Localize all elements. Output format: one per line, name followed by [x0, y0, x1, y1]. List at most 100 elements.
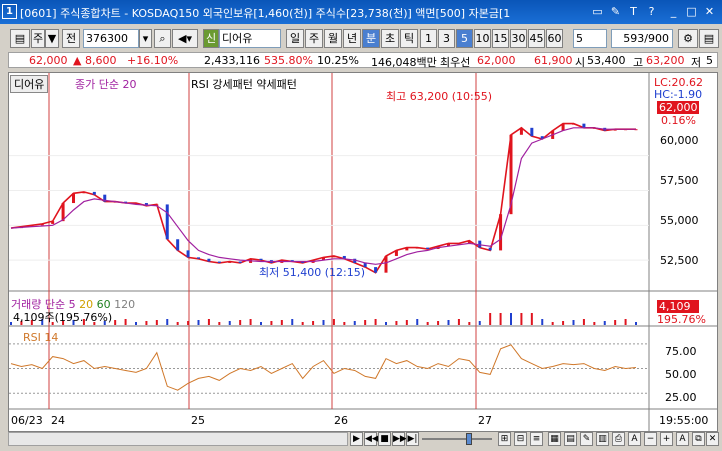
open-price: 53,400	[587, 54, 626, 67]
rsi-tick: 50.00	[665, 368, 697, 381]
volume-bar	[353, 321, 356, 325]
lock-button[interactable]: ▤	[10, 29, 30, 48]
table-icon[interactable]: ▤	[564, 432, 577, 446]
close-icon[interactable]: ✕	[702, 4, 717, 19]
open-label: 시	[575, 56, 586, 69]
best-ask: 62,000	[477, 54, 516, 67]
chart-type-icon[interactable]: ▥	[596, 432, 609, 446]
period-tab[interactable]: 분	[362, 29, 380, 48]
market-dropdown[interactable]: ▼	[45, 29, 59, 48]
volume-bar	[280, 320, 283, 325]
volume-bar	[10, 322, 12, 325]
candle	[217, 261, 221, 263]
candle	[92, 191, 96, 195]
draw-icon[interactable]: ✎	[580, 432, 593, 446]
period-tab[interactable]: 초	[381, 29, 399, 48]
search-icon[interactable]: ⌕	[154, 29, 171, 48]
period-tab[interactable]: 주	[305, 29, 323, 48]
interval-tab[interactable]: 30	[510, 29, 527, 48]
candle	[238, 261, 242, 263]
code-input[interactable]: 376300	[83, 29, 139, 48]
tool-icon[interactable]: T	[626, 4, 641, 19]
period-tab[interactable]: 년	[343, 29, 361, 48]
candle	[488, 247, 492, 251]
price-chart-svg[interactable]	[9, 73, 717, 431]
horizontal-scrollbar[interactable]	[8, 432, 348, 446]
high-annotation: 최고 63,200 (10:55)	[386, 90, 493, 103]
minimize-icon[interactable]: _	[666, 4, 681, 19]
candle	[72, 193, 75, 204]
pattern-label: RSI 강세패턴 약세패턴	[191, 78, 297, 91]
zoom-slider-thumb[interactable]	[466, 433, 472, 445]
volume-bar	[499, 313, 502, 325]
settings-icon[interactable]: ⚙	[678, 29, 698, 48]
pct-tag: 0.16%	[661, 114, 696, 127]
interval-tab[interactable]: 1	[420, 29, 437, 48]
chart-area[interactable]: 디어유 종가 단순 20 RSI 강세패턴 약세패턴 최고 63,200 (10…	[8, 72, 718, 432]
restore-icon[interactable]: ▭	[590, 4, 605, 19]
code-dropdown-icon[interactable]: ▾	[139, 29, 152, 48]
zoom-slider[interactable]	[422, 438, 492, 440]
interval-tab[interactable]: 60	[546, 29, 563, 48]
volume-bar	[437, 321, 440, 325]
name-prefix-badge: 신	[203, 29, 219, 48]
scroll-right-icon[interactable]: ▶	[350, 432, 363, 446]
zoom-in-icon[interactable]: +	[660, 432, 673, 446]
period-tab[interactable]: 틱	[400, 29, 418, 48]
stop-icon[interactable]: ■	[378, 432, 391, 446]
text-small-icon[interactable]: A	[628, 432, 641, 446]
pin-icon[interactable]: ✎	[608, 4, 623, 19]
count-field[interactable]: 593/900	[611, 29, 673, 48]
volume-bar	[593, 322, 596, 325]
volume-bar	[551, 322, 554, 325]
tools-icon[interactable]: ▤	[699, 29, 719, 48]
volume-bar	[291, 319, 294, 325]
quote-bar: 62,000 ▲ 8,600 +16.10% 2,433,116 535.80%…	[8, 52, 718, 69]
best-bid: 61,900	[534, 54, 573, 67]
price-change-pct: +16.10%	[127, 54, 179, 67]
toolbar: ▤ 주 ▼ 전 376300 ▾ ⌕ ◀▾ 신 디어유 일주월년분초틱 1351…	[0, 27, 722, 51]
help-icon[interactable]: ?	[644, 4, 659, 19]
window-list-icon[interactable]: ⧉	[692, 432, 705, 446]
volume-bar	[197, 320, 200, 325]
zoom-out-icon[interactable]: −	[644, 432, 657, 446]
candle	[197, 257, 200, 259]
interval-select[interactable]: 5	[573, 29, 607, 48]
hc-label: HC:-1.90	[654, 88, 703, 101]
market-button[interactable]: 주	[31, 29, 45, 48]
price-change: 8,600	[85, 54, 117, 67]
interval-tab[interactable]: 5	[456, 29, 473, 48]
close-panel-icon[interactable]: ✕	[706, 432, 719, 446]
period-tab[interactable]: 월	[324, 29, 342, 48]
rsi-tick: 25.00	[665, 391, 697, 404]
up-arrow-icon: ▲	[73, 54, 82, 67]
volume-bar	[124, 319, 127, 325]
interval-tab[interactable]: 3	[438, 29, 455, 48]
end-icon[interactable]: ▶|	[406, 432, 419, 446]
forward-icon[interactable]: ▶▶	[392, 432, 407, 446]
volume-bar	[416, 319, 419, 325]
candle	[332, 255, 336, 258]
interval-tab[interactable]: 15	[492, 29, 509, 48]
pattern-icon[interactable]: ≡	[530, 432, 543, 446]
volume-bar	[614, 320, 617, 325]
stock-name-field[interactable]: 디어유	[219, 29, 281, 48]
split-icon[interactable]: ⊟	[514, 432, 527, 446]
volume-bar	[374, 319, 377, 325]
layout-icon[interactable]: ⊞	[498, 432, 511, 446]
grid-icon[interactable]: ▦	[548, 432, 561, 446]
price-tick: 60,000	[660, 134, 699, 147]
text-large-icon[interactable]: A	[676, 432, 689, 446]
volume-bar	[135, 322, 137, 325]
maximize-icon[interactable]: □	[684, 4, 699, 19]
interval-tab[interactable]: 45	[528, 29, 545, 48]
high-label: 고	[633, 56, 644, 69]
volume-bar	[457, 319, 460, 325]
rewind-icon[interactable]: ◀◀	[364, 432, 379, 446]
all-button[interactable]: 전	[62, 29, 80, 48]
period-tab[interactable]: 일	[286, 29, 304, 48]
sound-icon[interactable]: ◀▾	[172, 29, 198, 48]
volume-ratio: 535.80%	[264, 54, 313, 67]
print-icon[interactable]: ⎙	[612, 432, 625, 446]
interval-tab[interactable]: 10	[474, 29, 491, 48]
